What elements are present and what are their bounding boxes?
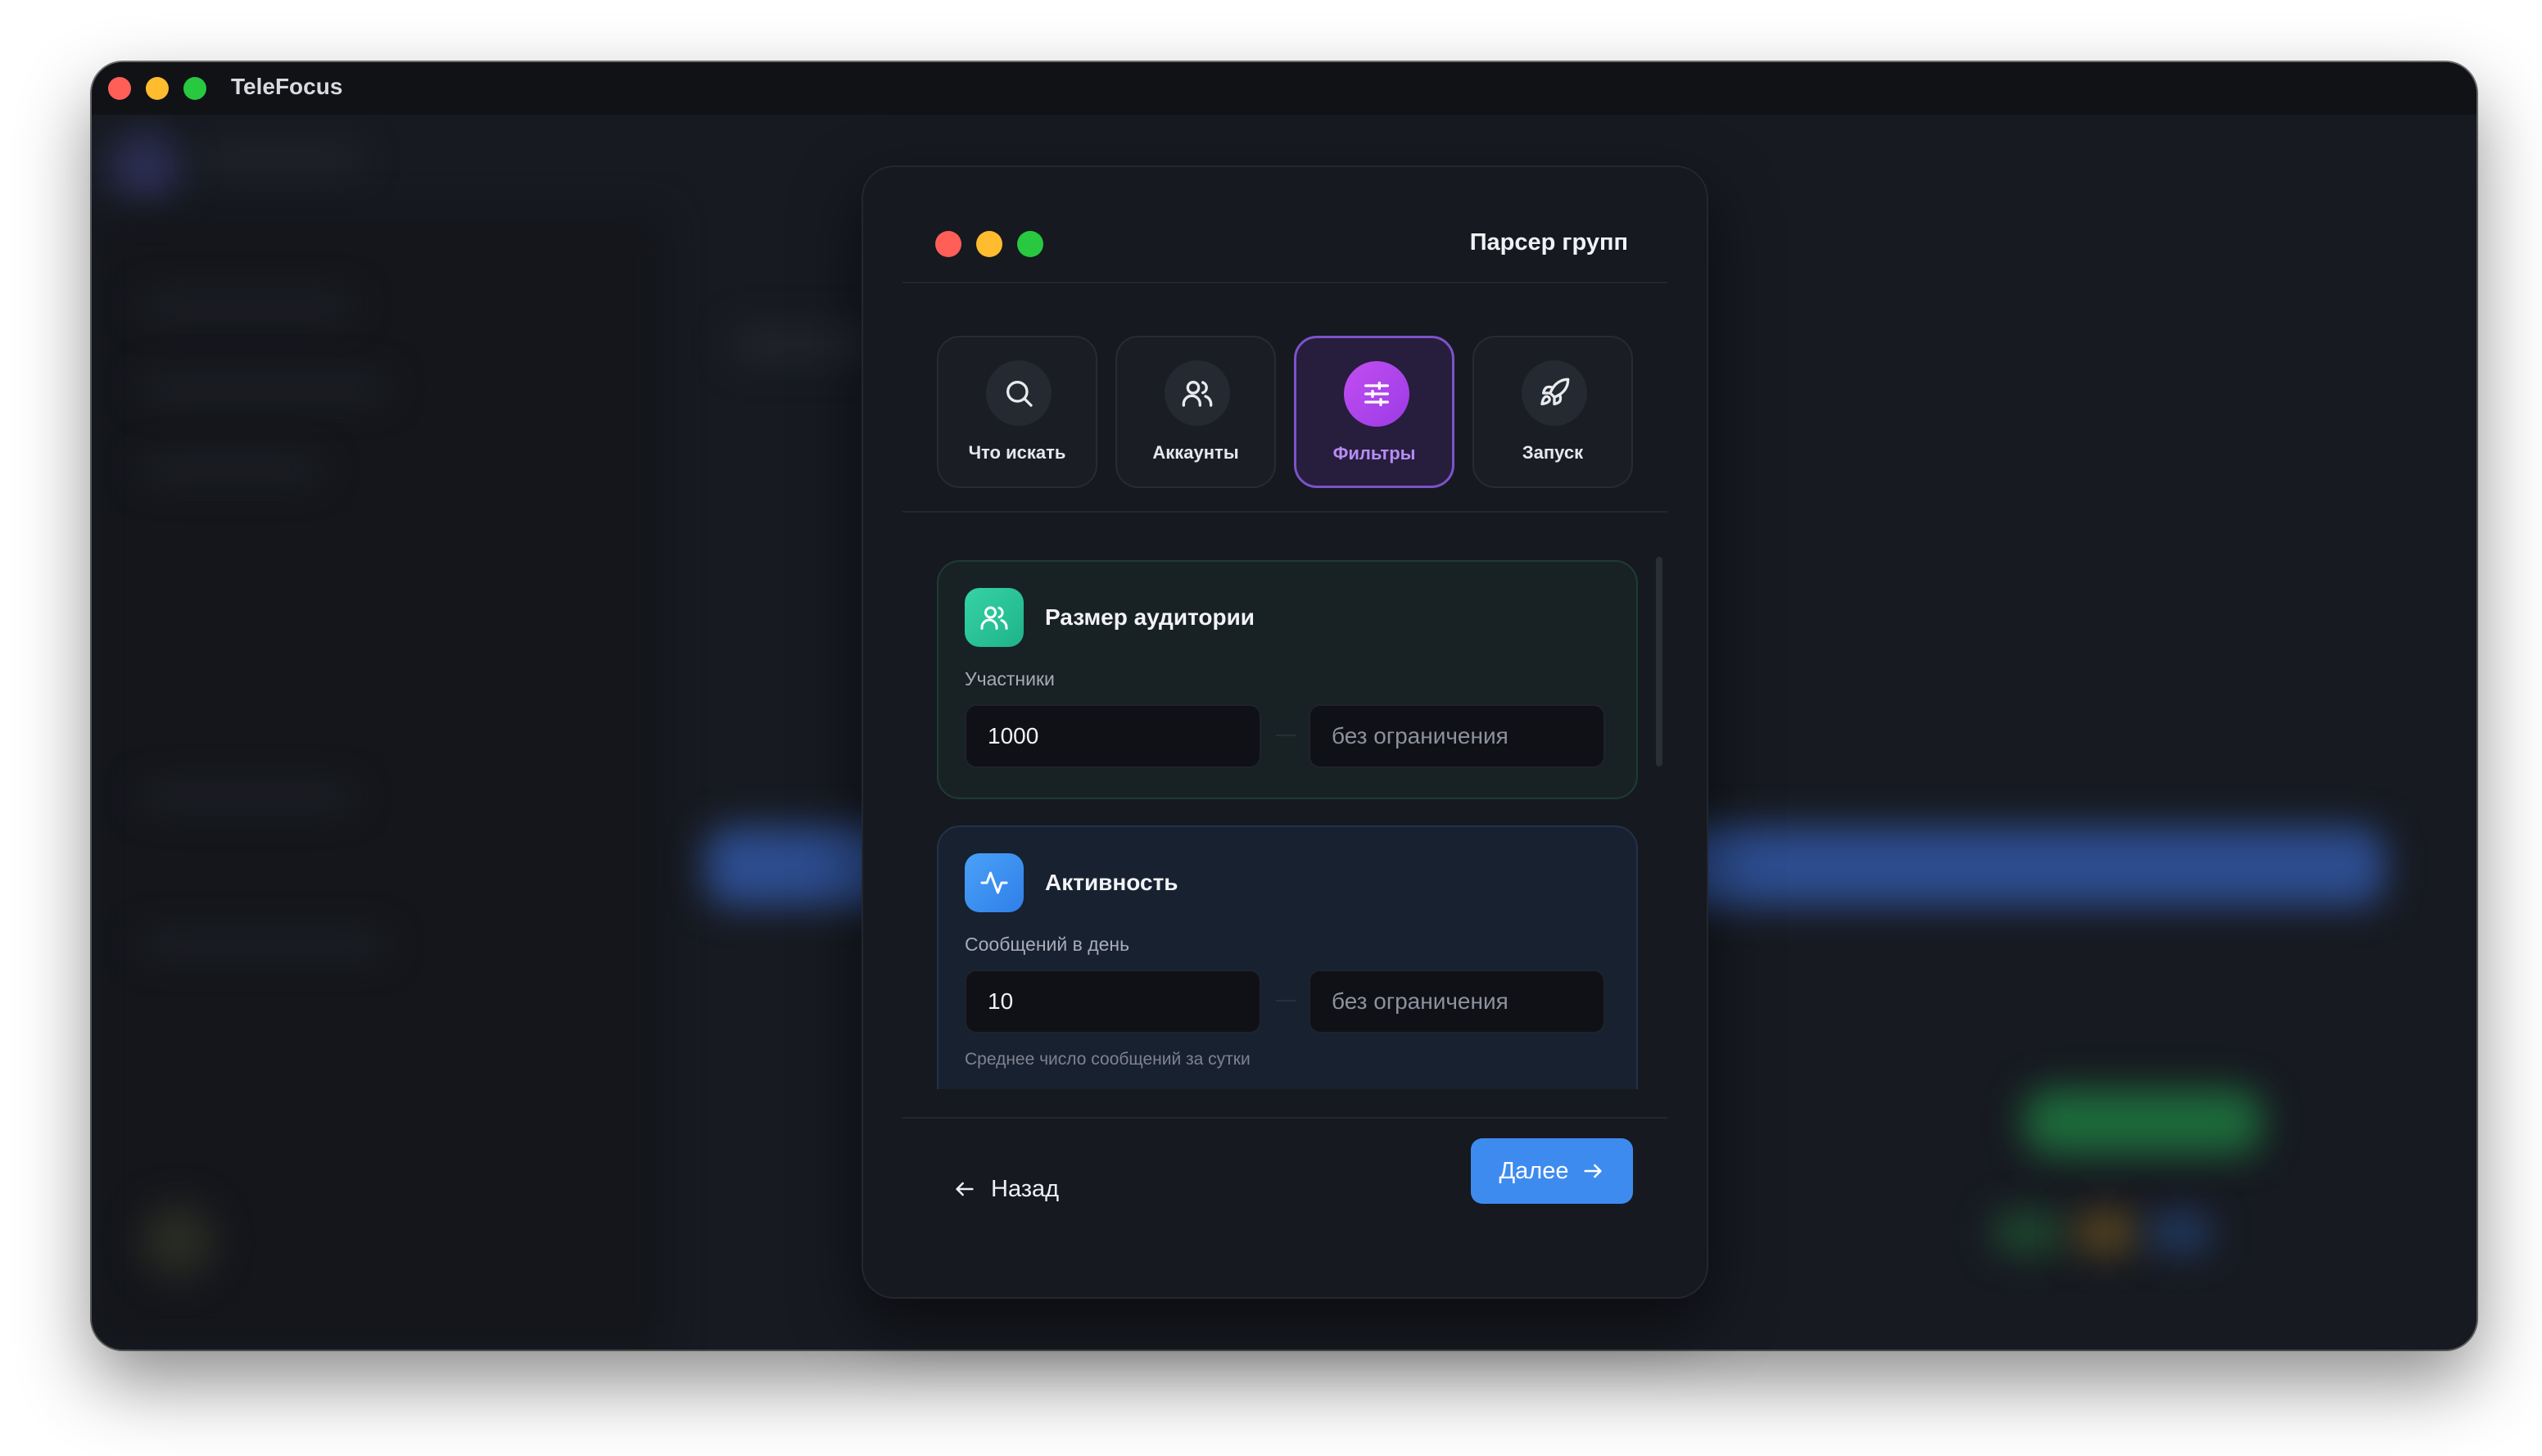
blurred-avatar bbox=[141, 1204, 215, 1277]
scrollbar-thumb[interactable] bbox=[1656, 557, 1662, 766]
step-tab-filters[interactable]: Фильтры bbox=[1294, 336, 1454, 488]
blurred-green-button bbox=[2024, 1089, 2262, 1155]
header-divider bbox=[902, 282, 1667, 283]
next-button[interactable]: Далее bbox=[1471, 1138, 1633, 1204]
messages-max-input[interactable]: без ограничения bbox=[1309, 970, 1605, 1033]
window-close-button[interactable] bbox=[108, 77, 131, 100]
window-titlebar: TeleFocus bbox=[92, 62, 2476, 115]
blurred-chip bbox=[2147, 1212, 2213, 1253]
participants-min-input[interactable]: 1000 bbox=[965, 704, 1261, 768]
search-icon bbox=[986, 360, 1052, 426]
blurred-text bbox=[141, 786, 354, 807]
blurred-chip bbox=[2074, 1212, 2139, 1253]
activity-card: Активность Сообщений в день 10 без огран… bbox=[937, 825, 1638, 1089]
blurred-avatar bbox=[108, 131, 182, 205]
step-tab-accounts[interactable]: Аккаунты bbox=[1115, 336, 1276, 488]
back-label: Назад bbox=[991, 1175, 1060, 1202]
step-tab-launch[interactable]: Запуск bbox=[1472, 336, 1633, 488]
filters-scroll-area[interactable]: Размер аудитории Участники 1000 без огра… bbox=[937, 560, 1638, 1089]
parser-modal: Парсер групп Что искать Аккаунты Фильтры… bbox=[862, 165, 1708, 1299]
messages-min-input[interactable]: 10 bbox=[965, 970, 1261, 1033]
app-title: TeleFocus bbox=[231, 74, 343, 99]
window-minimize-button[interactable] bbox=[146, 77, 169, 100]
activity-card-title: Активность bbox=[1045, 870, 1178, 895]
audience-card-title: Размер аудитории bbox=[1045, 604, 1255, 630]
step-label: Фильтры bbox=[1332, 443, 1416, 463]
rocket-icon bbox=[1522, 360, 1587, 426]
modal-title: Парсер групп bbox=[1469, 229, 1628, 255]
step-label: Запуск bbox=[1522, 442, 1584, 463]
arrow-left-icon bbox=[953, 1178, 976, 1201]
modal-zoom-button[interactable] bbox=[1017, 231, 1043, 257]
blurred-text bbox=[141, 934, 387, 955]
messages-hint: Среднее число сообщений за сутки bbox=[965, 1050, 1251, 1069]
blurred-text bbox=[141, 377, 387, 398]
blurred-text bbox=[198, 147, 362, 170]
next-label: Далее bbox=[1499, 1157, 1569, 1184]
messages-per-day-label: Сообщений в день bbox=[965, 934, 1130, 955]
arrow-right-icon bbox=[1581, 1160, 1604, 1182]
participants-max-input[interactable]: без ограничения bbox=[1309, 704, 1605, 768]
blurred-chip bbox=[1992, 1212, 2065, 1253]
footer-divider bbox=[902, 1117, 1667, 1119]
step-label: Аккаунты bbox=[1152, 442, 1239, 463]
audience-size-card: Размер аудитории Участники 1000 без огра… bbox=[937, 560, 1638, 799]
step-tab-search[interactable]: Что искать bbox=[937, 336, 1097, 488]
sliders-icon bbox=[1344, 361, 1409, 427]
users-icon bbox=[1165, 360, 1230, 426]
window-zoom-button[interactable] bbox=[183, 77, 206, 100]
steps-divider bbox=[902, 511, 1667, 513]
modal-close-button[interactable] bbox=[935, 231, 961, 257]
step-label: Что искать bbox=[968, 442, 1066, 463]
blurred-text bbox=[141, 459, 321, 480]
back-button[interactable]: Назад bbox=[953, 1171, 1059, 1207]
blurred-text bbox=[141, 295, 354, 316]
participants-label: Участники bbox=[965, 668, 1055, 690]
activity-icon bbox=[965, 853, 1024, 912]
modal-minimize-button[interactable] bbox=[976, 231, 1002, 257]
users-icon bbox=[965, 588, 1024, 647]
range-separator bbox=[1276, 735, 1296, 736]
range-separator bbox=[1276, 1000, 1296, 1002]
